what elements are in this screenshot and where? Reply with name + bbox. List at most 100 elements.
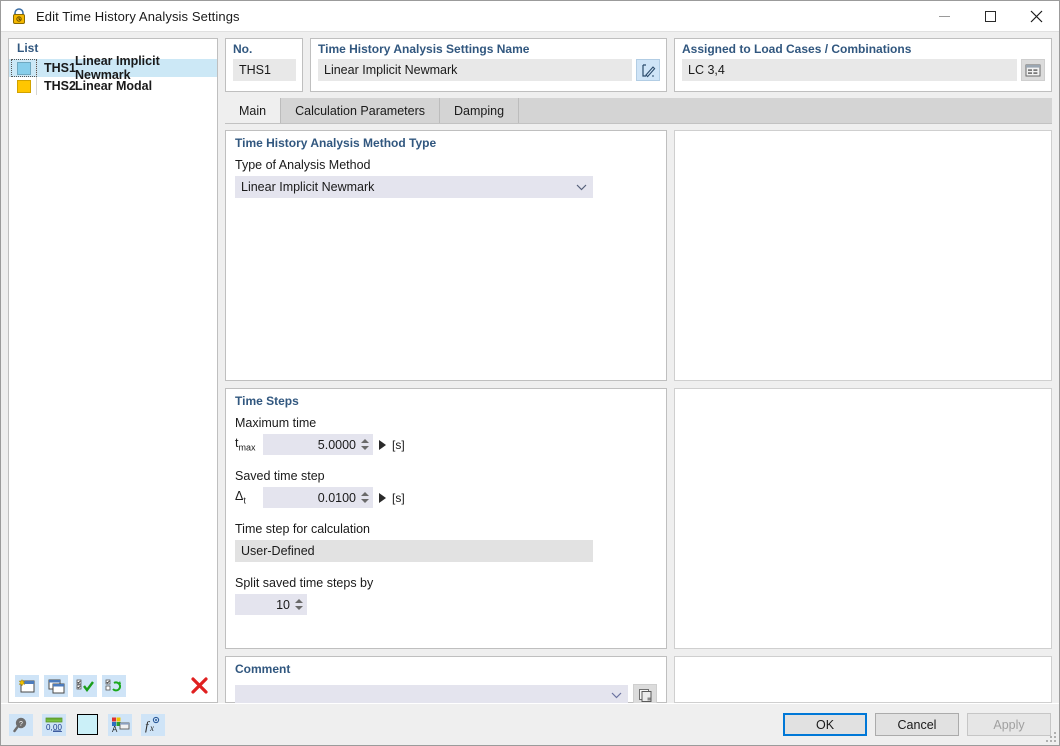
dialog-body: List THS1 Linear Implicit Newmark THS2 L… bbox=[1, 32, 1059, 703]
tab-strip: Main Calculation Parameters Damping bbox=[225, 98, 1052, 124]
bottom-bar: ? 0, 00 A f x OK Cancel Apply bbox=[1, 703, 1059, 745]
svg-text:x: x bbox=[149, 723, 154, 733]
units-button[interactable]: 0, 00 bbox=[42, 713, 66, 736]
t-symbol-sub: max bbox=[238, 442, 256, 453]
time-steps-group-title: Time Steps bbox=[235, 394, 299, 408]
stepper-up-icon[interactable] bbox=[360, 492, 369, 496]
no-input[interactable]: THS1 bbox=[233, 59, 296, 81]
list-toolbar bbox=[9, 668, 217, 702]
color-swatch-button[interactable] bbox=[75, 714, 99, 736]
method-type-group-title: Time History Analysis Method Type bbox=[235, 136, 437, 150]
tab-calculation-parameters[interactable]: Calculation Parameters bbox=[281, 98, 441, 123]
svg-text:0,: 0, bbox=[46, 723, 53, 732]
minimize-button[interactable] bbox=[921, 1, 967, 31]
maximum-time-unit: [s] bbox=[392, 437, 405, 452]
svg-text:A: A bbox=[112, 725, 118, 733]
title-bar: Edit Time History Analysis Settings bbox=[1, 1, 1059, 32]
maximum-time-symbol: tmax bbox=[235, 436, 257, 453]
new-entry-button[interactable] bbox=[15, 674, 39, 697]
copy-pages-icon[interactable] bbox=[633, 684, 657, 703]
stepper-up-icon[interactable] bbox=[294, 599, 303, 603]
color-swatch bbox=[16, 61, 31, 75]
function-button[interactable]: f x bbox=[141, 713, 165, 736]
table-select-icon[interactable] bbox=[1021, 59, 1045, 81]
comment-group: Comment bbox=[225, 656, 667, 703]
stepper-up-icon[interactable] bbox=[360, 439, 369, 443]
left-content-column: Time History Analysis Method Type Type o… bbox=[225, 130, 667, 703]
color-swatch bbox=[16, 79, 31, 93]
bottom-toolbar: ? 0, 00 A f x bbox=[9, 713, 165, 736]
analysis-method-value: Linear Implicit Newmark bbox=[241, 180, 375, 194]
split-saved-time-steps-row: 10 bbox=[235, 594, 657, 615]
lock-clock-icon bbox=[10, 7, 28, 25]
header-fields: No. THS1 Time History Analysis Settings … bbox=[225, 38, 1052, 92]
list-item-no: THS1 bbox=[44, 61, 76, 75]
assigned-row: LC 3,4 bbox=[682, 59, 1045, 81]
maximize-button[interactable] bbox=[967, 1, 1013, 31]
maximum-time-row: tmax 5.0000 [s] bbox=[235, 434, 657, 455]
cancel-button[interactable]: Cancel bbox=[875, 713, 959, 736]
list-item-label: Linear Modal bbox=[75, 79, 153, 93]
delete-entry-button[interactable] bbox=[187, 675, 211, 697]
saved-time-step-stepper[interactable] bbox=[360, 492, 370, 503]
assigned-field-box: Assigned to Load Cases / Combinations LC… bbox=[674, 38, 1052, 92]
ok-button[interactable]: OK bbox=[783, 713, 867, 736]
invert-selection-button[interactable] bbox=[102, 674, 126, 697]
split-saved-time-steps-input[interactable]: 10 bbox=[235, 594, 307, 615]
chevron-down-icon bbox=[575, 181, 587, 193]
tab-main[interactable]: Main bbox=[225, 98, 282, 123]
name-field-box: Time History Analysis Settings Name Line… bbox=[310, 38, 667, 92]
time-step-calculation-value: User-Defined bbox=[235, 540, 593, 562]
right-content-column bbox=[674, 130, 1052, 703]
name-input[interactable]: Linear Implicit Newmark bbox=[318, 59, 632, 81]
assigned-label: Assigned to Load Cases / Combinations bbox=[682, 42, 912, 56]
tab-strip-filler bbox=[519, 98, 1052, 123]
color-swatch-cell[interactable] bbox=[11, 77, 37, 95]
time-steps-group: Time Steps Maximum time tmax 5.0000 [s] … bbox=[225, 388, 667, 649]
saved-time-step-unit: [s] bbox=[392, 490, 405, 505]
saved-time-step-label: Saved time step bbox=[235, 469, 325, 483]
saved-time-step-expand-icon[interactable] bbox=[379, 492, 386, 503]
saved-time-step-input[interactable]: 0.0100 bbox=[263, 487, 373, 508]
preview-panel-bottom bbox=[674, 656, 1052, 703]
pencil-edit-icon[interactable] bbox=[636, 59, 660, 81]
comment-row bbox=[235, 684, 657, 703]
stepper-down-icon[interactable] bbox=[294, 606, 303, 610]
list-panel: List THS1 Linear Implicit Newmark THS2 L… bbox=[8, 38, 218, 703]
stepper-down-icon[interactable] bbox=[360, 499, 369, 503]
chevron-down-icon[interactable] bbox=[610, 689, 622, 701]
window-title: Edit Time History Analysis Settings bbox=[36, 8, 240, 24]
preview-panel-middle bbox=[674, 388, 1052, 649]
stepper-down-icon[interactable] bbox=[360, 446, 369, 450]
saved-time-step-symbol: Δt bbox=[235, 489, 257, 506]
comment-input[interactable] bbox=[235, 684, 628, 703]
method-type-group: Time History Analysis Method Type Type o… bbox=[225, 130, 667, 381]
maximum-time-stepper[interactable] bbox=[360, 439, 370, 450]
dialog-window: Edit Time History Analysis Settings List… bbox=[0, 0, 1060, 746]
copy-entry-button[interactable] bbox=[44, 674, 68, 697]
saved-time-step-row: Δt 0.0100 [s] bbox=[235, 487, 657, 508]
maximum-time-label: Maximum time bbox=[235, 416, 317, 430]
analysis-method-select[interactable]: Linear Implicit Newmark bbox=[235, 176, 593, 198]
list-item[interactable]: THS1 Linear Implicit Newmark bbox=[9, 54, 217, 82]
maximum-time-input[interactable]: 5.0000 bbox=[263, 434, 373, 455]
maximum-time-expand-icon[interactable] bbox=[379, 439, 386, 450]
list-item-no: THS2 bbox=[44, 79, 76, 93]
select-all-button[interactable] bbox=[73, 674, 97, 697]
comment-group-title: Comment bbox=[235, 662, 291, 676]
split-saved-time-steps-label: Split saved time steps by bbox=[235, 576, 374, 590]
tab-damping[interactable]: Damping bbox=[440, 98, 520, 123]
help-search-button[interactable]: ? bbox=[9, 713, 33, 736]
resize-grip[interactable] bbox=[1044, 730, 1056, 742]
color-swatch-cell[interactable] bbox=[11, 59, 37, 77]
apply-button[interactable]: Apply bbox=[967, 713, 1051, 736]
split-saved-time-steps-stepper[interactable] bbox=[294, 599, 304, 610]
close-button[interactable] bbox=[1013, 1, 1059, 31]
no-label: No. bbox=[233, 42, 253, 56]
assigned-input[interactable]: LC 3,4 bbox=[682, 59, 1017, 81]
saved-time-step-value: 0.0100 bbox=[317, 490, 356, 505]
display-properties-button[interactable]: A bbox=[108, 713, 132, 736]
